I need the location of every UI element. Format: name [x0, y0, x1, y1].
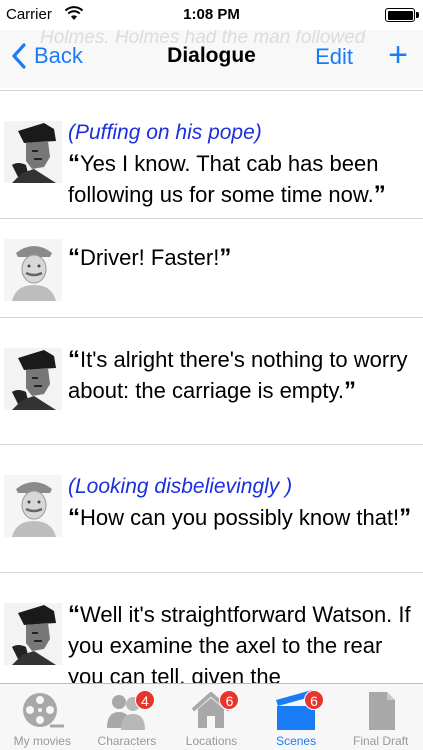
holmes-portrait-icon	[4, 603, 62, 665]
dialogue-list[interactable]: (Puffing on his pope) “Yes I know. That …	[0, 91, 423, 683]
navigation-bar: Holmes. Holmes had the man followed Back…	[0, 30, 423, 88]
dialogue-row[interactable]: “Driver! Faster!”	[0, 219, 423, 318]
watson-portrait-icon	[4, 239, 62, 301]
document-icon	[368, 692, 395, 730]
dialogue-text: Well it's straightforward Watson. If you…	[68, 602, 411, 683]
parenthetical: (Looking disbelievingly )	[68, 475, 293, 498]
close-quote: ”	[343, 377, 356, 404]
dialogue-row[interactable]: “It's alright there's nothing to worry a…	[0, 318, 423, 445]
dialogue-row[interactable]: (Puffing on his pope) “Yes I know. That …	[0, 91, 423, 219]
dialogue-row[interactable]: “Well it's straightforward Watson. If yo…	[0, 573, 423, 683]
dialogue-line: “Driver! Faster!”	[68, 242, 231, 273]
film-reel-icon	[23, 693, 65, 728]
scenes-badge: 6	[304, 690, 325, 710]
status-bar: Carrier 1:08 PM	[0, 0, 423, 30]
tab-label: Locations	[185, 734, 238, 748]
tab-label: Final Draft	[352, 734, 409, 748]
tab-label: My movies	[13, 734, 71, 748]
dialogue-text: It's alright there's nothing to worry ab…	[68, 347, 408, 403]
dialogue-line: “It's alright there's nothing to worry a…	[68, 344, 413, 406]
tab-final-draft[interactable]: Final Draft	[338, 684, 423, 750]
holmes-portrait-icon	[4, 121, 62, 183]
tab-scenes[interactable]: 6 Scenes	[254, 684, 339, 750]
open-quote: “	[68, 601, 80, 628]
dialogue-line: “How can you possibly know that!”	[68, 502, 411, 533]
dialogue-line: “Well it's straightforward Watson. If yo…	[68, 599, 413, 683]
dialogue-line: “Yes I know. That cab has been following…	[68, 148, 413, 210]
add-button[interactable]: +	[383, 38, 413, 72]
locations-badge: 6	[219, 690, 240, 710]
tab-label: Characters	[97, 734, 157, 748]
open-quote: “	[68, 504, 80, 531]
tab-locations[interactable]: 6 Locations	[169, 684, 254, 750]
open-quote: “	[68, 346, 80, 373]
holmes-portrait-icon	[4, 348, 62, 410]
parenthetical: (Puffing on his pope)	[68, 121, 262, 144]
edit-button[interactable]: Edit	[315, 44, 353, 70]
characters-badge: 4	[134, 690, 155, 710]
tab-characters[interactable]: 4 Characters	[85, 684, 170, 750]
clock: 1:08 PM	[183, 6, 240, 23]
battery-icon	[385, 8, 419, 22]
open-quote: “	[68, 150, 80, 177]
dialogue-text: Yes I know. That cab has been following …	[68, 151, 379, 207]
dialogue-text: Driver! Faster!	[80, 245, 220, 270]
close-quote: ”	[219, 244, 232, 271]
page-title: Dialogue	[167, 44, 256, 67]
watson-portrait-icon	[4, 475, 62, 537]
open-quote: “	[68, 244, 80, 271]
dialogue-text: How can you possibly know that!	[80, 505, 400, 530]
close-quote: ”	[399, 504, 412, 531]
close-quote: ”	[373, 181, 386, 208]
tab-label: Scenes	[276, 734, 317, 748]
dialogue-row[interactable]: (Looking disbelievingly ) “How can you p…	[0, 445, 423, 573]
tab-my-movies[interactable]: My movies	[0, 684, 85, 750]
tab-bar: My movies 4 Characters 6 Locations 6 Sce…	[0, 683, 423, 750]
